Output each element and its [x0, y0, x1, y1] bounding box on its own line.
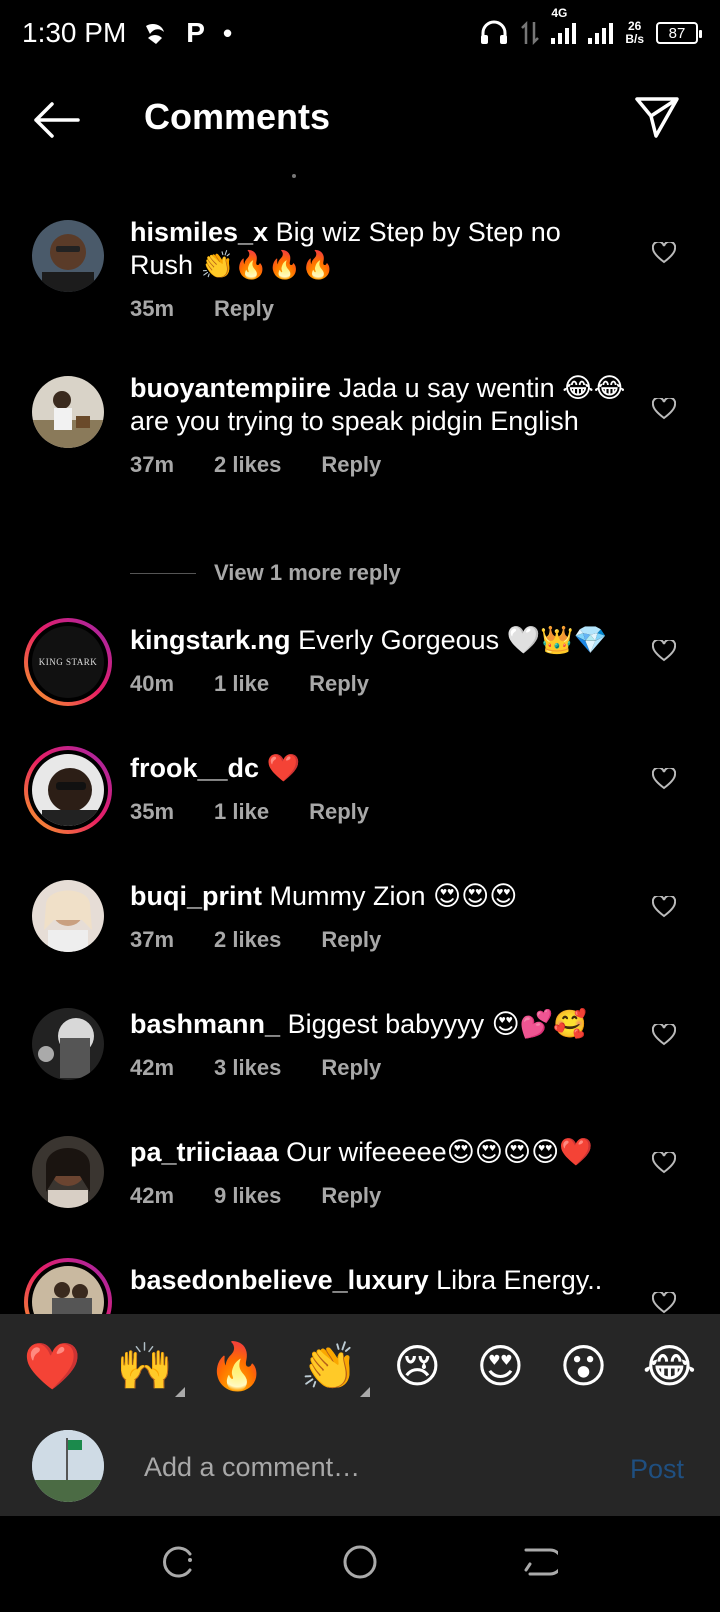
emoji-heart-eyes[interactable]: 😍: [476, 1341, 524, 1391]
post-button[interactable]: Post: [630, 1454, 684, 1485]
comment-time: 42m: [130, 1055, 175, 1080]
comment-username[interactable]: buqi_print: [130, 881, 262, 911]
data-transfer-icon: [521, 20, 540, 46]
reply-button[interactable]: Reply: [321, 1179, 381, 1212]
comment-input[interactable]: Add a comment…: [144, 1452, 360, 1483]
like-heart-icon[interactable]: [652, 896, 676, 918]
reply-button[interactable]: Reply: [321, 923, 381, 956]
reply-button[interactable]: Reply: [309, 795, 369, 828]
comment-username[interactable]: bashmann_: [130, 1009, 280, 1039]
comment-likes[interactable]: 2 likes: [214, 448, 281, 481]
reply-button[interactable]: Reply: [214, 292, 274, 325]
like-heart-icon[interactable]: [652, 640, 676, 662]
comment-username[interactable]: frook__dc: [130, 753, 259, 783]
comment-text: Our wifeeeee😍😍😍😍❤️: [286, 1137, 593, 1167]
status-bar: 1:30 PM P • 4G 26 B/s 87: [0, 0, 720, 66]
like-heart-icon[interactable]: [652, 1152, 676, 1174]
signal-bars-2-icon: [588, 22, 614, 44]
recent-apps-icon[interactable]: [160, 1544, 196, 1580]
like-heart-icon[interactable]: [652, 1292, 676, 1314]
battery-icon: 87: [656, 22, 702, 44]
comment-likes[interactable]: 9 likes: [214, 1179, 281, 1212]
comment-likes[interactable]: 1 like: [214, 667, 269, 700]
emoji-raised-hands[interactable]: 🙌: [116, 1341, 186, 1397]
p-app-icon: P: [186, 17, 205, 48]
comment-username[interactable]: basedonbelieve_luxury: [130, 1265, 429, 1295]
like-heart-icon[interactable]: [652, 768, 676, 790]
avatar-logo-text: KING STARK: [38, 657, 98, 667]
reply-button[interactable]: Reply: [321, 1051, 381, 1084]
comment-text: Biggest babyyyy 😍💕🥰: [287, 1009, 588, 1039]
comment-time: 42m: [130, 1183, 175, 1208]
back-arrow-icon[interactable]: [30, 98, 82, 142]
comment-username[interactable]: pa_triiciaaa: [130, 1137, 279, 1167]
reply-button[interactable]: Reply: [321, 448, 381, 481]
like-heart-icon[interactable]: [652, 242, 676, 264]
avatar[interactable]: [24, 746, 112, 834]
like-heart-icon[interactable]: [652, 398, 676, 420]
comment-text: Libra Energy..: [436, 1265, 603, 1295]
page-title: Comments: [144, 96, 331, 137]
emoji-fire[interactable]: 🔥: [208, 1341, 265, 1391]
notification-icon: [146, 24, 165, 44]
current-user-avatar: [32, 1430, 104, 1502]
comment-time: 35m: [130, 799, 175, 824]
back-nav-icon[interactable]: [522, 1544, 558, 1580]
status-time: 1:30 PM: [22, 17, 127, 48]
comment-username[interactable]: buoyantempiire: [130, 373, 331, 403]
header: Comments: [0, 80, 720, 160]
comment-likes[interactable]: 3 likes: [214, 1051, 281, 1084]
quick-emoji-bar: ❤️ 🙌 🔥 👏 😢 😍 😮 😂: [0, 1314, 720, 1418]
emoji-crying[interactable]: 😢: [393, 1341, 441, 1391]
comment-time: 37m: [130, 927, 175, 952]
avatar[interactable]: [32, 880, 104, 952]
avatar[interactable]: [32, 376, 104, 448]
emoji-laughing[interactable]: 😂: [643, 1341, 697, 1391]
reply-button[interactable]: Reply: [309, 667, 369, 700]
status-dot: •: [222, 17, 233, 48]
comment-username[interactable]: hismiles_x: [130, 217, 268, 247]
avatar[interactable]: [24, 1258, 112, 1314]
comment-text: Mummy Zion 😍😍😍: [269, 881, 518, 911]
view-more-replies[interactable]: View 1 more reply: [130, 560, 401, 586]
avatar[interactable]: [32, 220, 104, 292]
emoji-heart[interactable]: ❤️: [24, 1341, 81, 1391]
avatar[interactable]: KING STARK: [24, 618, 112, 706]
like-heart-icon[interactable]: [652, 1024, 676, 1046]
net-speed: 26 B/s: [625, 19, 644, 46]
comment-time: 37m: [130, 452, 175, 477]
comments-list[interactable]: hismiles_x Big wiz Step by Step no Rush …: [0, 200, 720, 1314]
headphones-icon: [481, 20, 508, 44]
comment-likes[interactable]: 1 like: [214, 795, 269, 828]
scroll-dot: [292, 174, 296, 178]
comment-username[interactable]: kingstark.ng: [130, 625, 291, 655]
comment-time: 40m: [130, 671, 175, 696]
emoji-clapping[interactable]: 👏: [301, 1341, 371, 1397]
signal-bars-icon: [551, 22, 577, 44]
emoji-surprised[interactable]: 😮: [559, 1341, 607, 1391]
comment-likes[interactable]: 2 likes: [214, 923, 281, 956]
comment-time: 35m: [130, 296, 175, 321]
home-icon[interactable]: [342, 1544, 378, 1580]
share-send-icon[interactable]: [634, 94, 680, 140]
comment-text: ❤️: [266, 753, 301, 783]
avatar[interactable]: [32, 1136, 104, 1208]
network-type: 4G: [551, 6, 568, 20]
system-nav-bar: [0, 1516, 720, 1612]
comment-text: Everly Gorgeous 🤍👑💎: [298, 625, 608, 655]
comment-composer: Add a comment… Post: [0, 1418, 720, 1516]
avatar[interactable]: [32, 1008, 104, 1080]
